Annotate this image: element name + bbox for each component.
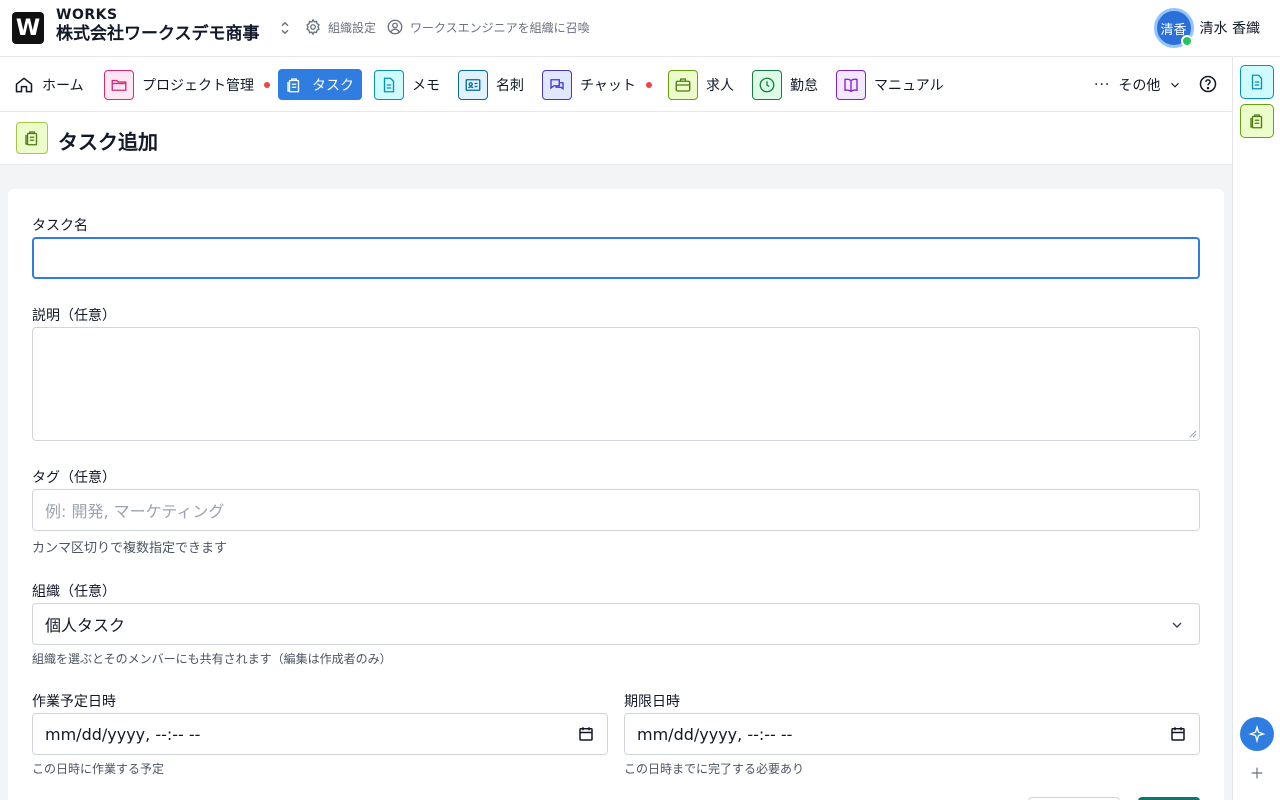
nav-item-tasks[interactable]: タスク <box>278 69 362 100</box>
folder-icon <box>104 69 134 100</box>
nav-item-manual[interactable]: マニュアル <box>836 69 944 100</box>
task-name-input[interactable] <box>32 237 1200 279</box>
scheduled-label: 作業予定日時 <box>32 694 116 710</box>
nav-label: 勤怠 <box>790 77 818 94</box>
tags-help-text: カンマ区切りで複数指定できます <box>32 541 228 556</box>
nav-more-menu[interactable]: ··· その他 <box>1094 69 1182 100</box>
tags-input[interactable]: 例: 開発, マーケティング <box>32 489 1200 531</box>
org-help-text: 組織を選ぶとそのメンバーにも共有されます（編集は作成者のみ） <box>32 652 392 666</box>
user-circle-icon <box>387 19 403 35</box>
scheduled-datetime-input[interactable]: mm/dd/yyyy, --:-- -- <box>32 713 608 755</box>
rail-tasks-button[interactable] <box>1240 104 1274 138</box>
task-form: タスク名 説明（任意） タグ（任意） 例: 開発, マーケティング カンマ区切り… <box>8 189 1224 800</box>
clock-icon <box>752 69 782 100</box>
invite-engineer-link[interactable]: ワークスエンジニアを組織に召喚 <box>386 18 590 36</box>
nav-label: ホーム <box>42 77 84 94</box>
online-status-icon <box>1180 35 1193 47</box>
nav-label: 名刺 <box>496 77 524 94</box>
tags-label: タグ（任意） <box>32 470 116 486</box>
rail-memo-button[interactable] <box>1240 65 1274 99</box>
nav-label: マニュアル <box>874 77 944 94</box>
gear-icon <box>306 18 320 36</box>
app-nav: ホーム プロジェクト管理 タスク メモ 名刺 チャット 求人 勤怠 マニュアル … <box>0 57 1232 112</box>
nav-label: タスク <box>312 77 354 94</box>
clipboard-icon <box>1250 114 1263 129</box>
book-icon <box>836 69 866 100</box>
document-icon <box>374 69 404 100</box>
avatar[interactable]: 清香 <box>1153 8 1194 48</box>
tags-placeholder: 例: 開発, マーケティング <box>45 502 225 521</box>
avatar-initials: 清香 <box>1160 22 1187 38</box>
sparkle-icon <box>1248 725 1266 743</box>
calendar-icon[interactable] <box>1169 725 1187 743</box>
plus-icon[interactable] <box>1249 765 1265 781</box>
top-header: W WORKS 株式会社ワークスデモ商事 組織設定 ワークスエンジニアを組織に召… <box>0 0 1280 57</box>
brand-top: WORKS <box>56 7 118 23</box>
page-title-bar: タスク追加 <box>0 112 1232 165</box>
nav-item-jobs[interactable]: 求人 <box>668 69 734 100</box>
task-name-label: タスク名 <box>32 218 88 234</box>
nav-label: 求人 <box>706 77 734 94</box>
nav-item-home[interactable]: ホーム <box>14 69 84 100</box>
deadline-datetime-input[interactable]: mm/dd/yyyy, --:-- -- <box>624 713 1200 755</box>
briefcase-icon <box>668 69 698 100</box>
deadline-help-text: この日時までに完了する必要あり <box>624 762 805 776</box>
nav-item-attendance[interactable]: 勤怠 <box>752 69 818 100</box>
chevron-down-icon <box>1172 622 1182 628</box>
invite-label: ワークスエンジニアを組織に召喚 <box>410 20 590 35</box>
org-select[interactable]: 個人タスク <box>32 603 1200 645</box>
ai-assistant-button[interactable] <box>1240 717 1274 751</box>
nav-item-chat[interactable]: チャット <box>542 69 652 100</box>
org-select-value: 個人タスク <box>45 616 126 635</box>
nav-more-label: その他 <box>1118 77 1161 94</box>
nav-label: プロジェクト管理 <box>142 77 254 94</box>
calendar-icon[interactable] <box>577 725 595 743</box>
home-icon <box>15 76 33 92</box>
nav-item-projects[interactable]: プロジェクト管理 <box>104 69 270 100</box>
brand: WORKS 株式会社ワークスデモ商事 <box>56 8 260 43</box>
resize-handle-icon[interactable] <box>1189 430 1197 438</box>
chevron-down-icon <box>1171 82 1180 88</box>
page-title: タスク追加 <box>58 130 158 154</box>
scheduled-help-text: この日時に作業する予定 <box>32 762 165 776</box>
user-name: 清水 香織 <box>1199 21 1260 37</box>
deadline-label: 期限日時 <box>624 694 680 710</box>
org-settings-link[interactable]: 組織設定 <box>304 18 376 36</box>
nav-label: メモ <box>412 77 440 94</box>
org-name[interactable]: 株式会社ワークスデモ商事 <box>56 26 260 43</box>
nav-label: チャット <box>580 77 636 94</box>
right-rail <box>1232 57 1280 800</box>
nav-item-memo[interactable]: メモ <box>374 69 440 100</box>
id-card-icon <box>458 69 488 100</box>
notification-badge <box>645 81 652 88</box>
org-settings-label: 組織設定 <box>328 20 377 35</box>
nav-item-business-cards[interactable]: 名刺 <box>458 69 524 100</box>
notification-badge <box>264 81 270 88</box>
chat-icon <box>542 69 572 100</box>
clipboard-icon <box>284 75 304 95</box>
scheduled-datetime-value: mm/dd/yyyy, --:-- -- <box>45 724 201 744</box>
description-textarea[interactable] <box>32 327 1200 441</box>
user-menu[interactable]: 清香 清水 香織 <box>1153 8 1260 48</box>
document-icon <box>1251 74 1263 90</box>
works-logo[interactable]: W <box>12 12 44 44</box>
deadline-datetime-value: mm/dd/yyyy, --:-- -- <box>637 724 793 744</box>
clipboard-icon <box>16 122 48 154</box>
description-label: 説明（任意） <box>32 308 116 324</box>
more-dots-icon: ··· <box>1094 76 1111 93</box>
org-label: 組織（任意） <box>32 584 116 600</box>
chevron-up-down-icon[interactable] <box>276 19 294 37</box>
help-icon[interactable] <box>1198 74 1218 94</box>
